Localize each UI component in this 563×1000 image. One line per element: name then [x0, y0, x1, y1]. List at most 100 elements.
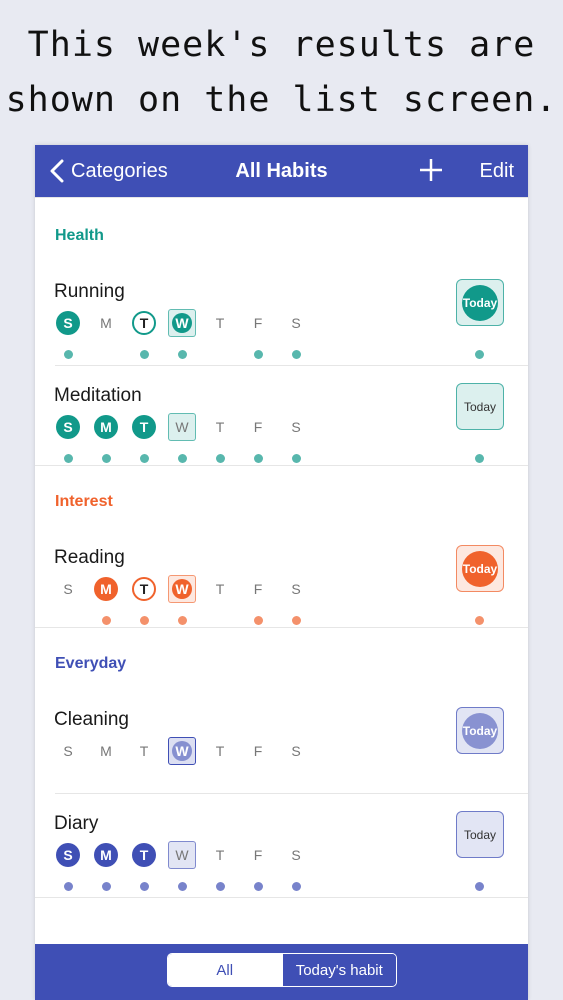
today-label: Today	[463, 827, 497, 842]
weekday-label: T	[132, 415, 156, 439]
weekday-cell: F	[244, 737, 272, 765]
weekday-cell: M	[92, 575, 120, 603]
weekday-cell: T	[206, 841, 234, 869]
weekday-label: T	[215, 847, 225, 863]
back-label: Categories	[71, 159, 168, 182]
weekday-label: S	[63, 743, 73, 759]
habit-row[interactable]: Diary S M T W T F S Today	[35, 811, 528, 917]
today-dot	[475, 454, 484, 463]
weekday-cell: F	[244, 575, 272, 603]
weekday-cell: T	[130, 841, 158, 869]
today-check-button[interactable]: Today	[456, 811, 504, 858]
weekday-cell: T	[206, 309, 234, 337]
habit-row[interactable]: Running S M T W T F S Today	[35, 279, 528, 385]
today-check-button[interactable]: Today	[456, 707, 504, 754]
weekday-label: S	[291, 581, 301, 597]
weekday-cell: T	[206, 737, 234, 765]
weekday-label: S	[56, 843, 80, 867]
weekday-label: S	[63, 581, 73, 597]
progress-dot	[177, 882, 187, 891]
weekday-label: W	[172, 313, 192, 333]
weekday-label: T	[132, 311, 156, 335]
weekday-cell: W	[168, 841, 196, 869]
weekday-cell: T	[130, 737, 158, 765]
back-button[interactable]: Categories	[49, 145, 168, 197]
weekday-cell: M	[92, 737, 120, 765]
section-header: Health	[55, 227, 104, 244]
weekday-label: M	[94, 577, 118, 601]
weekday-cell: S	[282, 309, 310, 337]
row-divider	[55, 365, 528, 366]
weekday-cell: T	[130, 413, 158, 441]
weekday-label: S	[291, 847, 301, 863]
weekday-label: M	[94, 843, 118, 867]
caption-line-2: shown on the list screen.	[5, 80, 558, 120]
weekday-label: M	[100, 743, 112, 759]
section-divider	[35, 465, 528, 466]
promo-caption: This week's results are shown on the lis…	[0, 18, 563, 128]
progress-dot	[253, 454, 263, 463]
progress-dot	[63, 454, 73, 463]
weekday-label: W	[172, 579, 192, 599]
habit-row[interactable]: Meditation S M T W T F S Today	[35, 383, 528, 489]
weekday-cell: S	[282, 413, 310, 441]
weekday-label: T	[132, 843, 156, 867]
progress-dot	[253, 616, 263, 625]
weekday-label: T	[139, 743, 149, 759]
weekday-cell: S	[54, 309, 82, 337]
edit-button[interactable]: Edit	[480, 145, 514, 197]
progress-dot	[101, 616, 111, 625]
habit-row[interactable]: Reading S M T W T F S Today	[35, 545, 528, 651]
section-header: Interest	[55, 493, 113, 510]
today-label: Today	[462, 712, 498, 749]
weekday-cell: M	[92, 841, 120, 869]
weekday-cell: W	[168, 413, 196, 441]
weekday-label: T	[215, 743, 225, 759]
today-check-button[interactable]: Today	[456, 545, 504, 592]
progress-dot	[101, 882, 111, 891]
weekday-cell: F	[244, 309, 272, 337]
progress-dot	[291, 350, 301, 359]
weekday-label: T	[132, 577, 156, 601]
weekday-cell: T	[130, 575, 158, 603]
today-check-button[interactable]: Today	[456, 279, 504, 326]
weekday-label: S	[56, 311, 80, 335]
weekday-cell: S	[54, 737, 82, 765]
today-label: Today	[462, 284, 498, 321]
weekday-label: F	[253, 581, 263, 597]
habit-name: Diary	[54, 813, 99, 834]
weekday-label: S	[56, 415, 80, 439]
habit-row[interactable]: Cleaning S M T W T F S Today	[35, 707, 528, 813]
progress-dot	[177, 350, 187, 359]
row-divider	[55, 793, 528, 794]
bottom-bar: All Today's habit	[35, 944, 528, 1000]
progress-dot	[215, 882, 225, 891]
weekday-cell: S	[282, 841, 310, 869]
habit-list: Health Running S M T W T F S Today Meditation S M T W T…	[35, 197, 528, 944]
weekday-label: T	[215, 315, 225, 331]
progress-dot	[101, 454, 111, 463]
weekday-cell: T	[206, 575, 234, 603]
weekday-label: M	[100, 315, 112, 331]
weekday-label: F	[253, 743, 263, 759]
weekday-label: W	[175, 847, 189, 863]
weekday-label: S	[291, 743, 301, 759]
progress-dot	[139, 616, 149, 625]
chevron-left-icon	[50, 159, 64, 183]
weekday-cell: W	[168, 575, 196, 603]
today-check-button[interactable]: Today	[456, 383, 504, 430]
phone-screen: Categories All Habits Edit Health Running…	[35, 145, 528, 1000]
segment-all[interactable]: All	[168, 954, 282, 986]
weekday-label: S	[291, 315, 301, 331]
weekday-label: F	[253, 847, 263, 863]
weekday-cell: W	[168, 309, 196, 337]
weekday-cell: W	[168, 737, 196, 765]
progress-dot	[291, 616, 301, 625]
plus-icon[interactable]	[418, 157, 444, 183]
progress-dot	[63, 882, 73, 891]
weekday-cell: S	[54, 575, 82, 603]
navigation-bar: Categories All Habits Edit	[35, 145, 528, 197]
today-dot	[475, 882, 484, 891]
weekday-cell: S	[282, 575, 310, 603]
segment-todays-habit[interactable]: Today's habit	[281, 954, 396, 986]
